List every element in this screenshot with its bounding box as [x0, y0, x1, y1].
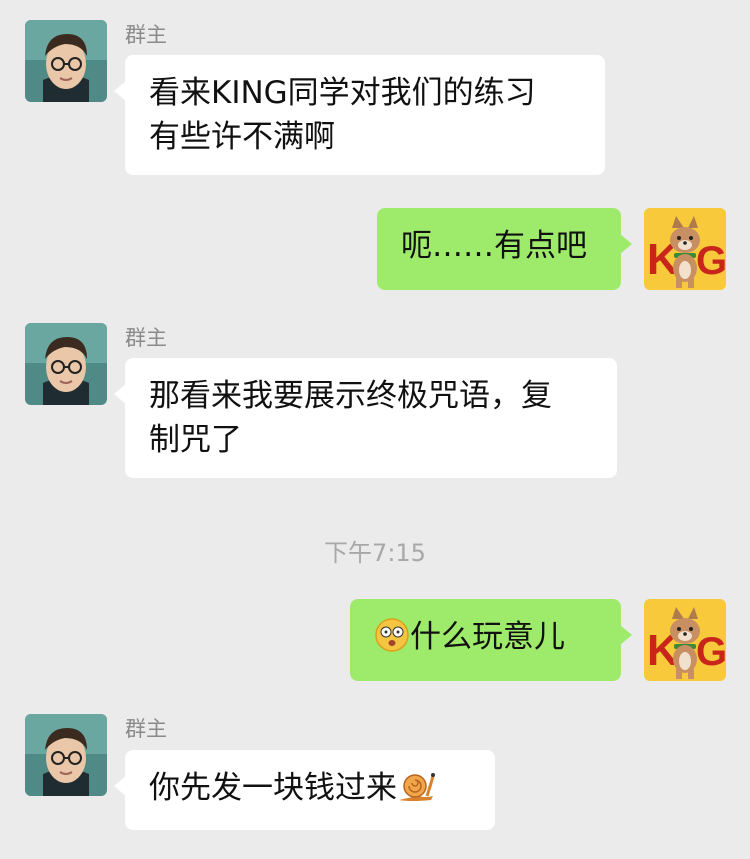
message-line: 看来KING同学对我们的练习 [149, 75, 536, 111]
harry-potter-avatar-icon [25, 323, 107, 405]
message-bubble[interactable]: 你先发一块钱过来 [114, 750, 495, 830]
message-text: 呃……有点吧 [401, 228, 587, 264]
sender-name: 群主 [125, 326, 167, 350]
king-letter-g: G [696, 630, 726, 674]
group-owner-avatar[interactable] [25, 323, 107, 405]
king-dog-avatar-icon: K G [644, 599, 726, 681]
dizzy-face-emoji-icon [374, 617, 410, 665]
message-text: 什么玩意儿 [410, 619, 565, 655]
group-owner-avatar[interactable] [25, 714, 107, 796]
sender-name: 群主 [125, 717, 167, 741]
user-avatar[interactable]: K G [644, 599, 726, 681]
sender-name: 群主 [125, 23, 167, 47]
harry-potter-avatar-icon [25, 714, 107, 796]
message-bubble[interactable]: 那看来我要展示终极咒语，复 制咒了 [114, 358, 617, 478]
user-avatar[interactable]: K G [644, 208, 726, 290]
harry-potter-avatar-icon [25, 20, 107, 102]
message-line: 制咒了 [149, 422, 242, 458]
message-text: 你先发一块钱过来 [149, 770, 397, 806]
group-owner-avatar[interactable] [25, 20, 107, 102]
message-bubble[interactable]: 看来KING同学对我们的练习 有些许不满啊 [114, 55, 605, 175]
time-divider: 下午7:15 [324, 539, 426, 567]
message-bubble[interactable]: 呃……有点吧 [377, 208, 632, 290]
message-line: 有些许不满啊 [149, 119, 335, 155]
snail-emoji-icon [397, 770, 437, 816]
king-letter-g: G [696, 239, 726, 283]
message-line: 那看来我要展示终极咒语，复 [149, 378, 552, 414]
king-dog-avatar-icon: K G [644, 208, 726, 290]
message-bubble[interactable]: 什么玩意儿 [350, 599, 632, 681]
